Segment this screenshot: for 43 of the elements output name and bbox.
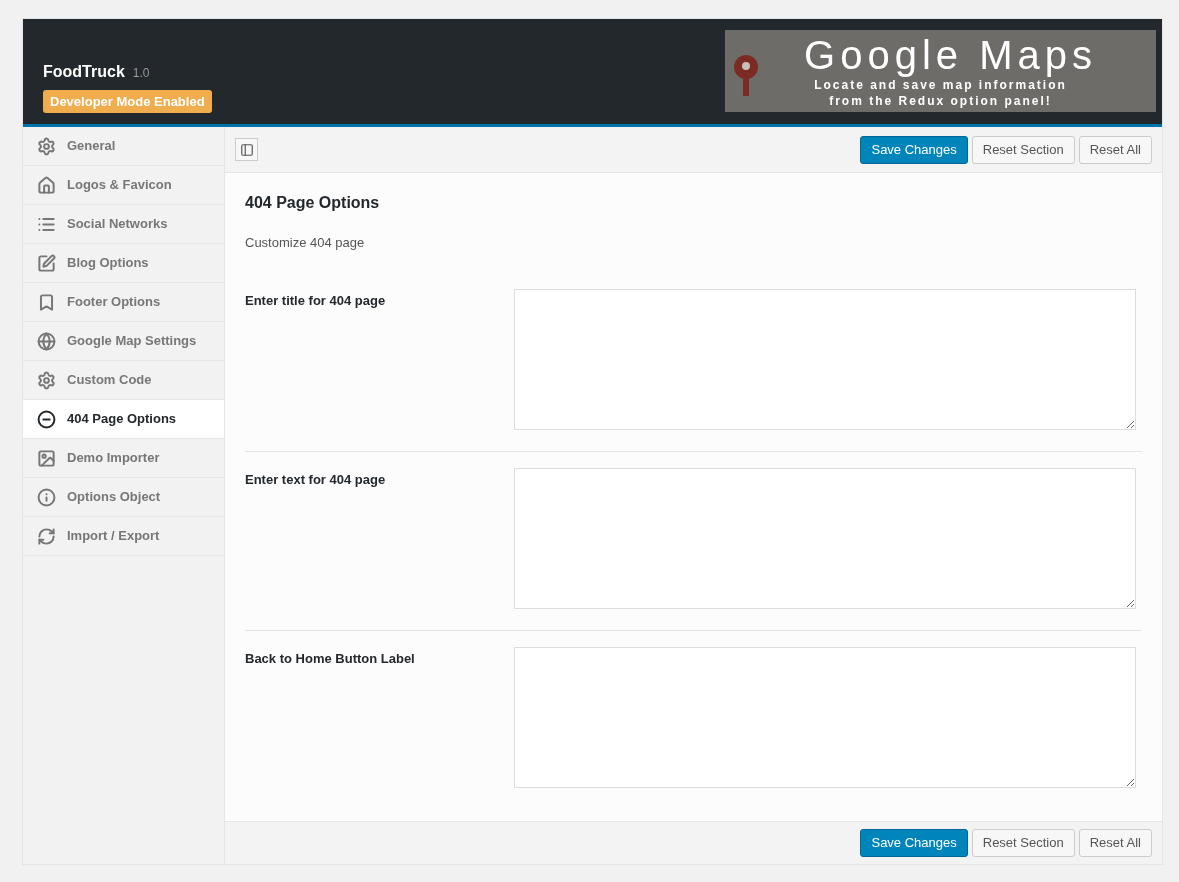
save-button[interactable]: Save Changes xyxy=(860,829,968,857)
sidebar-item[interactable]: Import / Export xyxy=(23,517,224,556)
minus-circle-icon xyxy=(37,409,56,429)
version-label: 1.0 xyxy=(132,64,150,82)
sidebar-item[interactable]: General xyxy=(23,127,224,166)
sidebar-item[interactable]: Options Object xyxy=(23,478,224,517)
app-title: FoodTruck xyxy=(43,61,125,82)
text-area[interactable] xyxy=(514,467,1136,609)
home-icon xyxy=(37,175,56,195)
section-title: 404 Page Options xyxy=(245,193,381,213)
reset-button[interactable]: Reset Section xyxy=(971,135,1075,164)
refresh-icon xyxy=(37,526,56,546)
sidebar-item[interactable]: Footer Options xyxy=(23,283,224,322)
globe-icon xyxy=(37,331,56,351)
sidebar-item[interactable]: Google Map Settings xyxy=(23,322,224,361)
map-pin-icon xyxy=(733,53,759,96)
field-label: Enter text for 404 page xyxy=(245,470,387,489)
sidebar-item[interactable]: Demo Importer xyxy=(23,439,224,478)
edit-icon xyxy=(37,253,56,273)
reset-button[interactable]: Reset All xyxy=(1078,829,1152,857)
reset-button[interactable]: Reset All xyxy=(1078,135,1152,164)
text-area[interactable] xyxy=(514,646,1136,788)
sidebar-item[interactable]: Blog Options xyxy=(23,244,224,283)
panel-toggle-button[interactable] xyxy=(235,138,258,161)
sidebar-item[interactable]: Social Networks xyxy=(23,205,224,244)
save-button[interactable]: Save Changes xyxy=(860,135,968,164)
field-label: Back to Home Button Label xyxy=(245,649,416,668)
sidebar-item[interactable]: Logos & Favicon xyxy=(23,166,224,205)
banner-subtitle: from the Redux option panel! xyxy=(829,92,1052,109)
sidebar-item[interactable]: 404 Page Options xyxy=(23,400,224,439)
gear-icon xyxy=(37,370,56,390)
text-area[interactable] xyxy=(514,288,1136,430)
info-icon xyxy=(37,487,56,507)
reset-button[interactable]: Reset Section xyxy=(971,829,1075,857)
bookmark-icon xyxy=(37,292,56,312)
panel-icon xyxy=(239,142,254,157)
developer-mode-badge: Developer Mode Enabled xyxy=(43,89,212,114)
banner-heading: Google Maps xyxy=(803,32,1097,77)
image-icon xyxy=(37,448,56,468)
section-description: Customize 404 page xyxy=(245,234,366,252)
field-label: Enter title for 404 page xyxy=(245,291,387,310)
gear-icon xyxy=(37,136,56,156)
banner-subtitle: Locate and save map information xyxy=(814,77,1067,93)
